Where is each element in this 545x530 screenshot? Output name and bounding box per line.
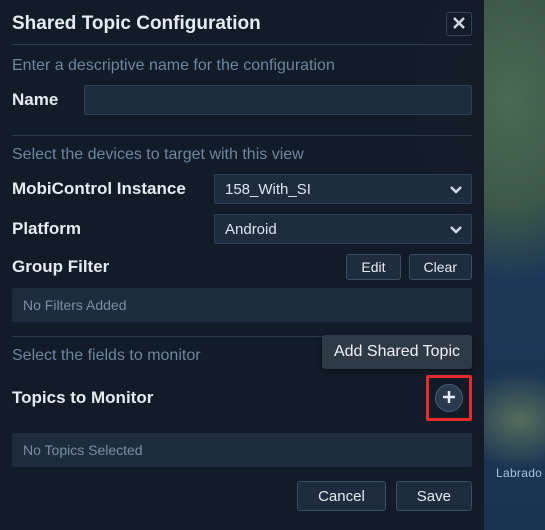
- monitor-hint: Select the fields to monitor: [12, 347, 472, 365]
- save-button[interactable]: Save: [396, 481, 472, 511]
- add-topic-button[interactable]: [435, 384, 463, 412]
- instance-label: MobiControl Instance: [12, 179, 202, 199]
- platform-select[interactable]: Android: [214, 214, 472, 244]
- name-label: Name: [12, 90, 72, 110]
- topics-status: No Topics Selected: [12, 433, 472, 467]
- instance-select[interactable]: 158_With_SI: [214, 174, 472, 204]
- group-filter-label: Group Filter: [12, 257, 338, 277]
- name-hint: Enter a descriptive name for the configu…: [12, 57, 472, 75]
- instance-value: 158_With_SI: [225, 181, 311, 198]
- divider: [12, 336, 472, 337]
- chevron-down-icon: [449, 222, 463, 236]
- panel-title: Shared Topic Configuration: [12, 13, 261, 35]
- cancel-button[interactable]: Cancel: [297, 481, 386, 511]
- shared-topic-config-panel: Shared Topic Configuration Enter a descr…: [0, 0, 484, 530]
- add-topic-highlight: [426, 375, 472, 421]
- edit-button[interactable]: Edit: [346, 254, 400, 280]
- close-button[interactable]: [446, 12, 472, 36]
- chevron-down-icon: [449, 182, 463, 196]
- topics-label: Topics to Monitor: [12, 388, 426, 408]
- group-filter-status: No Filters Added: [12, 288, 472, 322]
- platform-value: Android: [225, 221, 277, 238]
- plus-icon: [442, 390, 456, 407]
- name-input[interactable]: [84, 85, 472, 115]
- clear-button[interactable]: Clear: [409, 254, 472, 280]
- platform-label: Platform: [12, 219, 202, 239]
- target-hint: Select the devices to target with this v…: [12, 146, 472, 164]
- divider: [12, 135, 472, 136]
- close-icon: [453, 17, 465, 32]
- divider: [12, 44, 472, 45]
